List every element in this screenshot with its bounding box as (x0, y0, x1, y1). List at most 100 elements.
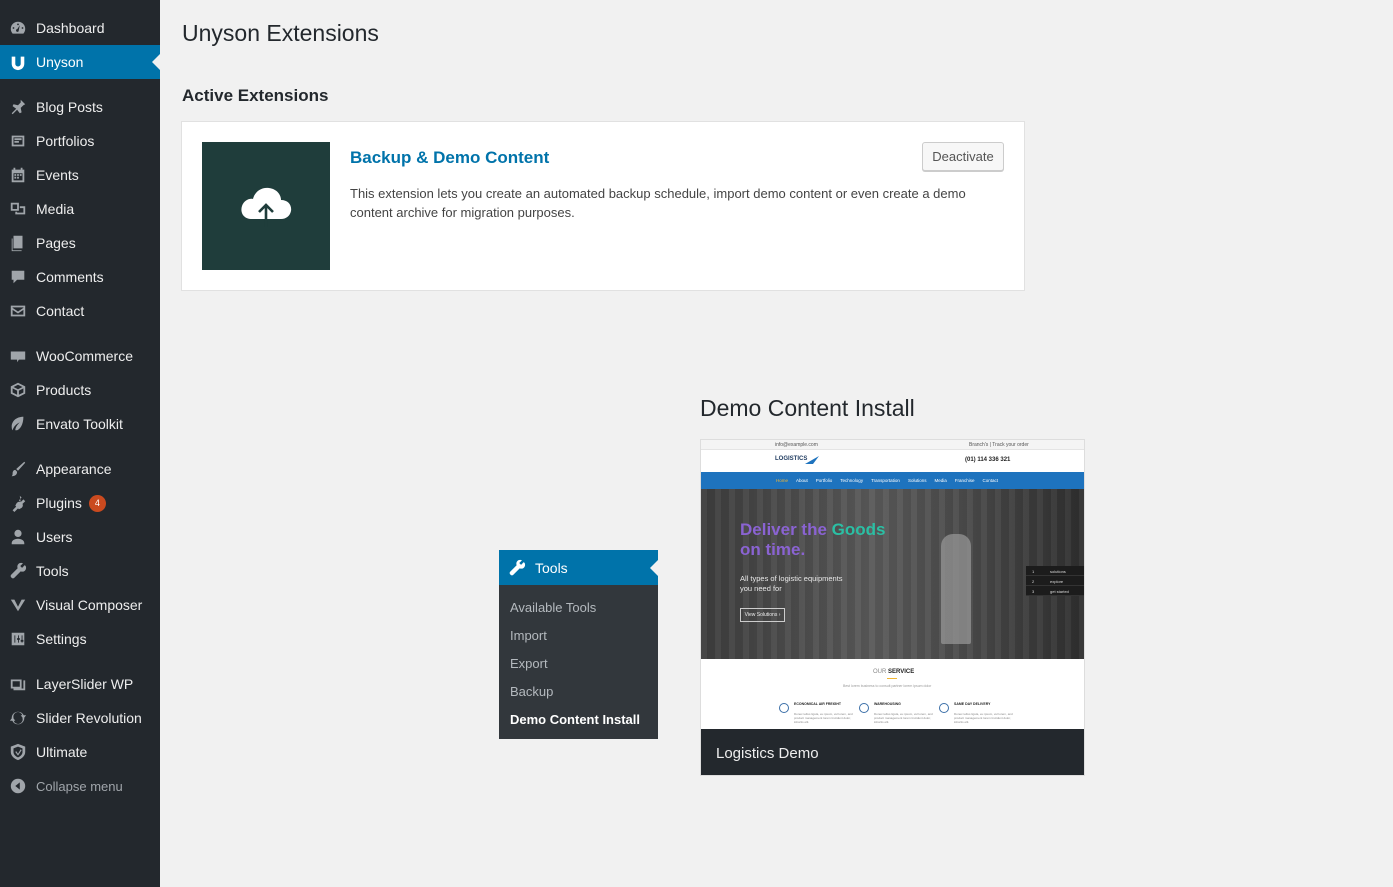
preview-nav-item: Franchise (954, 478, 975, 483)
leaf-icon (0, 415, 36, 433)
media-icon (0, 200, 36, 218)
submenu-item-import[interactable]: Import (510, 628, 547, 643)
preview-service-title: SAME DAY DELIVERY (954, 702, 991, 706)
refresh-icon (0, 709, 36, 727)
plugin-icon (0, 494, 36, 512)
sidebar-item-collapse-menu[interactable]: Collapse menu (0, 769, 160, 803)
sidebar-item-portfolios[interactable]: Portfolios (0, 124, 160, 158)
preview-nav-item: Contact (982, 478, 998, 483)
preview-service-title: WAREHOUSING (874, 702, 901, 706)
sidebar-item-tools[interactable]: Tools (0, 554, 160, 588)
preview-side-list: 1 solutions 2 explore 3 get started (1026, 566, 1084, 596)
submenu-item-demo-content-install[interactable]: Demo Content Install (510, 712, 640, 727)
deactivate-button[interactable]: Deactivate (922, 142, 1004, 171)
sidebar-item-label: Events (36, 167, 79, 183)
sidebar-item-events[interactable]: Events (0, 158, 160, 192)
preview-nav-item: Solutions (907, 478, 927, 483)
preview-hero-button: View Solutions › (740, 608, 785, 622)
sidebar-item-slider-revolution[interactable]: Slider Revolution (0, 701, 160, 735)
preview-service-sub: Best lorem business to consult partner l… (843, 684, 932, 688)
sidebar-item-label: Users (36, 529, 73, 545)
sidebar-item-settings[interactable]: Settings (0, 622, 160, 656)
sidebar-item-users[interactable]: Users (0, 520, 160, 554)
pin-icon (0, 98, 36, 116)
box-icon (0, 381, 36, 399)
sidebar-item-label: Comments (36, 269, 104, 285)
sidebar-item-label: Plugins (36, 495, 82, 511)
submenu-item-export[interactable]: Export (510, 656, 548, 671)
sidebar-item-label: Pages (36, 235, 76, 251)
preview-nav-item: Technology (840, 478, 864, 483)
tools-submenu: Tools Available Tools Import Export Back… (499, 550, 658, 739)
demo-section-title: Demo Content Install (700, 395, 915, 421)
settings-icon (0, 630, 36, 648)
preview-logo-mark (805, 456, 819, 464)
preview-nav-item: Home (776, 478, 789, 483)
preview-service-icon (939, 703, 949, 713)
sidebar-item-label: Ultimate (36, 744, 88, 760)
wrench-icon (509, 559, 526, 575)
preview-hero-sub1: All types of logistic equipments (740, 574, 843, 583)
sidebar-item-dashboard[interactable]: Dashboard (0, 11, 160, 45)
sidebar-item-appearance[interactable]: Appearance (0, 452, 160, 486)
preview-service-icon (859, 703, 869, 713)
extension-description: This extension lets you create an automa… (350, 186, 966, 220)
user-icon (0, 528, 36, 546)
sidebar-item-label: Blog Posts (36, 99, 103, 115)
sidebar-item-label: Tools (36, 563, 69, 579)
sidebar-item-label: Products (36, 382, 92, 398)
collapse-icon (0, 777, 36, 795)
submenu-item-available-tools[interactable]: Available Tools (510, 600, 596, 615)
comment-icon (0, 268, 36, 286)
sidebar-item-layerslider-wp[interactable]: LayerSlider WP (0, 667, 160, 701)
preview-nav-item: Transportation (871, 478, 900, 483)
preview-phone: (01) 114 336 321 (965, 457, 1011, 463)
demo-card[interactable]: info@example.com Branch's | Track your o… (700, 439, 1085, 776)
sidebar-item-contact[interactable]: Contact (0, 294, 160, 328)
sidebar-item-products[interactable]: Products (0, 373, 160, 407)
sidebar-item-label: Collapse menu (36, 778, 123, 794)
sidebar-item-unyson[interactable]: Unyson (0, 45, 160, 79)
cloud-upload-icon (241, 187, 292, 227)
shield-icon (0, 743, 36, 761)
portfolio-icon (0, 132, 36, 150)
preview-service-desc: Donec tellus ligula, eu ipsum, vel lorem… (874, 712, 933, 724)
preview-topbar-email: info@example.com (775, 442, 818, 448)
sidebar-item-visual-composer[interactable]: Visual Composer (0, 588, 160, 622)
mail-icon (0, 302, 36, 320)
sidebar-item-label: WooCommerce (36, 348, 133, 364)
sidebar-item-plugins[interactable]: Plugins 4 (0, 486, 160, 520)
preview-nav-item: Media (934, 478, 947, 483)
sidebar-item-ultimate[interactable]: Ultimate (0, 735, 160, 769)
preview-side-row: 3 get started (1026, 586, 1084, 596)
update-count-badge: 4 (88, 494, 106, 512)
preview-service-desc: Donec tellus ligula, eu ipsum, vel lorem… (794, 712, 853, 724)
preview-service-desc: Donec tellus ligula, eu ipsum, vel lorem… (954, 712, 1013, 724)
extension-card: Backup & Demo Content This extension let… (181, 121, 1025, 291)
sidebar-item-pages[interactable]: Pages (0, 226, 160, 260)
sidebar-item-label: Portfolios (36, 133, 95, 149)
preview-nav-item: Portfolio (815, 478, 833, 483)
sidebar-item-woocommerce[interactable]: WooCommerce (0, 339, 160, 373)
preview-hero-heading-c: on time. (740, 540, 806, 559)
preview-side-row: 1 solutions (1026, 566, 1084, 576)
sidebar-item-envato-toolkit[interactable]: Envato Toolkit (0, 407, 160, 441)
preview-logo: LOGISTICS (775, 456, 808, 462)
sidebar-item-label: Contact (36, 303, 85, 319)
tools-menu-title: Tools (535, 559, 568, 576)
tools-menu-header[interactable]: Tools (499, 550, 658, 585)
admin-sidebar: Dashboard Unyson Blog Posts Portfolios Event… (0, 0, 160, 887)
pages-icon (0, 234, 36, 252)
sidebar-item-label: Appearance (36, 461, 112, 477)
preview-topbar-links: Branch's | Track your order (969, 442, 1029, 448)
page-title: Unyson Extensions (182, 20, 379, 46)
preview-service-title: ECONOMICAL AIR FREIGHT (794, 702, 842, 706)
sidebar-item-comments[interactable]: Comments (0, 260, 160, 294)
preview-hero-heading-a: Deliver the (740, 520, 832, 539)
extension-title-link[interactable]: Backup & Demo Content (350, 148, 549, 168)
sidebar-item-blog-posts[interactable]: Blog Posts (0, 90, 160, 124)
extension-thumbnail (202, 142, 330, 270)
sidebar-item-media[interactable]: Media (0, 192, 160, 226)
preview-service-title-b: SERVICE (888, 669, 915, 675)
submenu-item-backup[interactable]: Backup (510, 684, 553, 699)
